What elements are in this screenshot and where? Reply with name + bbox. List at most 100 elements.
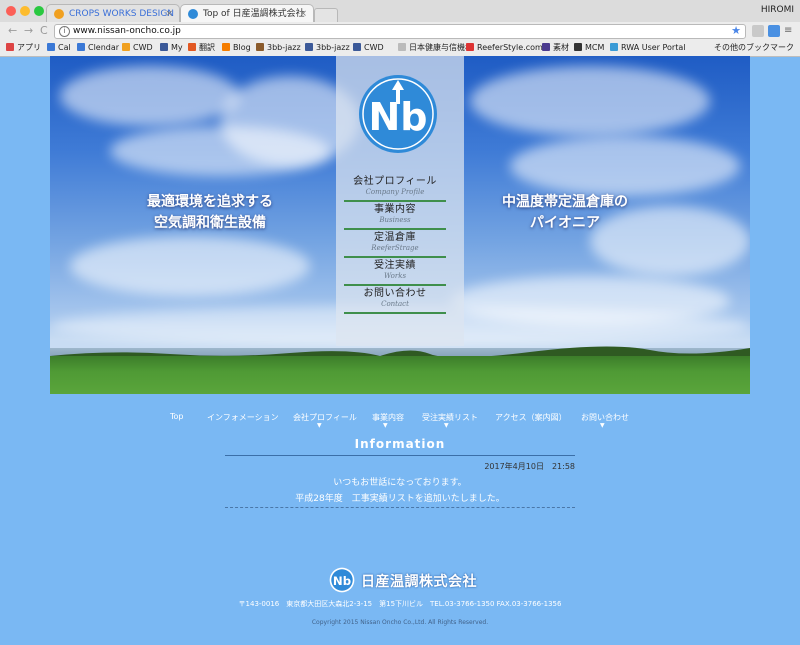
bookmark-item[interactable]: 日本健康与信機構 — [398, 43, 473, 53]
bookmark-label: Cal — [58, 43, 71, 52]
tab-crops-works[interactable]: CROPS WORKS DESIGN × — [46, 4, 180, 22]
tab-strip: CROPS WORKS DESIGN × Top of 日産温調株式会社 × H… — [0, 0, 800, 22]
company-logo[interactable]: Nb — [358, 74, 438, 154]
bookmark-favicon-icon — [6, 43, 14, 51]
bookmark-favicon-icon — [574, 43, 582, 51]
tab-nissan-oncho[interactable]: Top of 日産温調株式会社 × — [180, 4, 314, 22]
nav-contact[interactable]: お問い合わせ — [581, 412, 629, 423]
address-bar[interactable]: i www.nissan-oncho.co.jp ★ — [54, 24, 746, 39]
nav-works-list[interactable]: 受注実績リスト — [422, 412, 478, 423]
bookmark-label: 翻訳 — [199, 43, 215, 52]
cloud — [60, 66, 240, 126]
bookmark-favicon-icon — [353, 43, 361, 51]
chevron-down-icon: ▼ — [383, 422, 388, 429]
bookmark-label: CWD — [133, 43, 153, 52]
green-field — [50, 356, 750, 394]
bookmark-favicon-icon — [47, 43, 55, 51]
nav-information[interactable]: インフォメーション — [207, 412, 279, 423]
bookmark-favicon-icon — [610, 43, 618, 51]
bookmark-item[interactable]: Clendar — [77, 43, 119, 53]
nav-access[interactable]: アクセス（案内図） — [495, 412, 567, 423]
bookmark-item[interactable]: アプリ — [6, 43, 41, 53]
profile-name[interactable]: HIROMI — [761, 5, 794, 15]
bookmark-label: 3bb-jazz — [316, 43, 350, 52]
menu-sublabel: Company Profile — [365, 188, 425, 196]
menu-panel: Nb 会社プロフィール Company Profile 事業内容 Busines… — [336, 56, 464, 346]
bookmark-favicon-icon — [77, 43, 85, 51]
bookmark-item[interactable]: ReeferStyle.com — [466, 43, 543, 53]
extension-icon[interactable] — [768, 25, 780, 37]
divider — [225, 507, 575, 508]
bookmark-item[interactable]: MCM — [574, 43, 604, 53]
back-button[interactable]: ← — [8, 25, 17, 37]
bookmark-favicon-icon — [305, 43, 313, 51]
menu-contact[interactable]: お問い合わせ Contact — [344, 286, 446, 314]
bookmark-item[interactable]: 3bb-jazz — [305, 43, 350, 53]
footer-logo: Nb — [329, 567, 355, 593]
new-tab-button[interactable] — [314, 8, 338, 22]
bookmark-item[interactable]: CWD — [122, 43, 153, 53]
footer-company-name: 日産温調株式会社 — [361, 574, 477, 590]
chevron-down-icon: ▼ — [444, 422, 449, 429]
forward-button[interactable]: → — [24, 25, 33, 37]
chevron-down-icon: ▼ — [600, 422, 605, 429]
bookmark-label: RWA User Portal — [621, 43, 686, 52]
favicon-icon — [54, 9, 64, 19]
bookmark-star-icon[interactable]: ★ — [731, 24, 741, 37]
menu-works[interactable]: 受注実績 Works — [344, 258, 446, 286]
tab-title: CROPS WORKS DESIGN — [69, 9, 175, 19]
menu-icon[interactable]: ≡ — [784, 25, 796, 37]
other-bookmarks[interactable]: その他のブックマーク — [714, 43, 794, 53]
bookmark-item[interactable]: CWD — [353, 43, 384, 53]
bookmark-item[interactable]: RWA User Portal — [610, 43, 685, 53]
bookmark-item[interactable]: 翻訳 — [188, 43, 215, 53]
close-window-button[interactable] — [6, 6, 16, 16]
bookmark-item[interactable]: 3bb-jazz — [256, 43, 301, 53]
maximize-window-button[interactable] — [34, 6, 44, 16]
bookmark-label: CWD — [364, 43, 384, 52]
tab-close-icon[interactable]: × — [165, 5, 173, 22]
bookmark-favicon-icon — [256, 43, 264, 51]
hero-tagline-left: 最適環境を追求する 空気調和衛生設備 — [145, 192, 275, 234]
tagline-line: 最適環境を追求する — [147, 194, 273, 210]
menu-label: 会社プロフィール — [353, 176, 437, 187]
bookmark-item[interactable]: Blog — [222, 43, 251, 53]
minimize-window-button[interactable] — [20, 6, 30, 16]
bookmark-favicon-icon — [122, 43, 130, 51]
reload-button[interactable]: C — [40, 25, 48, 37]
main-nav: Top インフォメーション 会社プロフィール ▼ 事業内容 ▼ 受注実績リスト … — [0, 412, 800, 432]
bookmark-favicon-icon — [188, 43, 196, 51]
menu-business[interactable]: 事業内容 Business — [344, 202, 446, 230]
tagline-line: 中温度帯定温倉庫の — [502, 194, 628, 210]
extension-icon[interactable] — [752, 25, 764, 37]
favicon-icon — [188, 9, 198, 19]
bookmark-label: My — [171, 43, 183, 52]
bookmark-item[interactable]: My — [160, 43, 183, 53]
nav-company-profile[interactable]: 会社プロフィール — [293, 412, 357, 423]
post-date: 2017年4月10日 21:58 — [484, 462, 575, 471]
logo-text: Nb — [333, 574, 351, 588]
hero-banner: 最適環境を追求する 空気調和衛生設備 中温度帯定温倉庫の パイオニア Nb 会社… — [50, 56, 750, 394]
nav-business[interactable]: 事業内容 — [372, 412, 404, 423]
nav-top[interactable]: Top — [170, 412, 184, 421]
bookmark-label: Blog — [233, 43, 251, 52]
tab-close-icon[interactable]: × — [299, 5, 307, 22]
bookmark-item[interactable]: 素材 — [542, 43, 569, 53]
bookmark-item[interactable]: Cal — [47, 43, 71, 53]
bookmark-label: アプリ — [17, 43, 41, 52]
bookmark-label: ReeferStyle.com — [477, 43, 543, 52]
toolbar: ← → C i www.nissan-oncho.co.jp ★ — [0, 22, 800, 41]
bookmark-favicon-icon — [398, 43, 406, 51]
divider — [225, 455, 575, 456]
menu-company-profile[interactable]: 会社プロフィール Company Profile — [344, 174, 446, 202]
bookmark-label: 日本健康与信機構 — [409, 43, 473, 52]
bookmark-favicon-icon — [160, 43, 168, 51]
menu-reefer-storage[interactable]: 定温倉庫 ReeferStrage — [344, 230, 446, 258]
info-icon[interactable]: i — [59, 26, 70, 37]
bookmark-favicon-icon — [542, 43, 550, 51]
cloud — [470, 66, 710, 136]
tab-title: Top of 日産温調株式会社 — [203, 9, 305, 19]
url-text[interactable]: www.nissan-oncho.co.jp — [73, 25, 181, 38]
menu-sublabel: Business — [379, 216, 411, 224]
menu-label: 定温倉庫 — [374, 232, 416, 243]
